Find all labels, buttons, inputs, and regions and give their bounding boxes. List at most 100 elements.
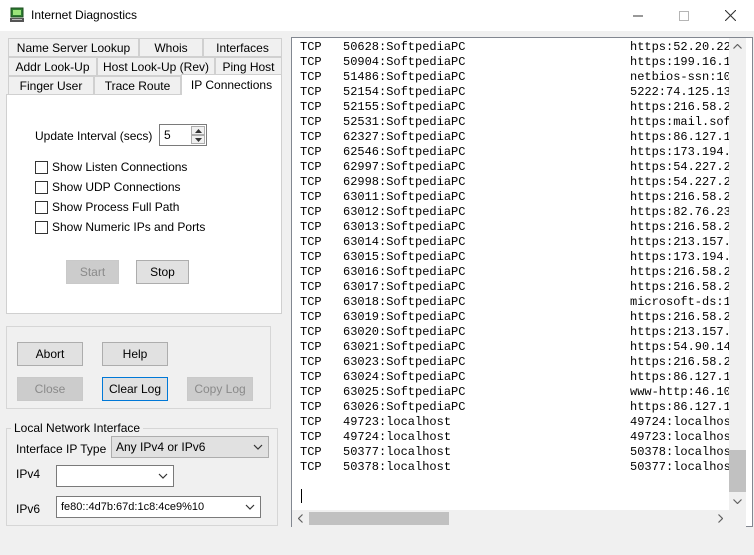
stop-button[interactable]: Stop (136, 260, 189, 284)
tab-name-server-lookup[interactable]: Name Server Lookup (8, 38, 139, 57)
close-icon (724, 10, 736, 21)
connection-remote-address: https:216.58.2 (630, 100, 731, 114)
connection-local-address: 63024:SoftpediaPC (343, 370, 466, 384)
connection-local-address: 63015:SoftpediaPC (343, 250, 466, 264)
abort-button[interactable]: Abort (17, 342, 83, 366)
connection-protocol: TCP (300, 310, 322, 324)
connection-remote-address: microsoft-ds:1 (630, 295, 731, 309)
ipv6-select[interactable]: fe80::4d7b:67d:1c8:4ce9%10 (56, 496, 261, 518)
connection-protocol: TCP (300, 430, 322, 444)
connection-protocol: TCP (300, 70, 322, 84)
connection-protocol: TCP (300, 160, 322, 174)
connection-protocol: TCP (300, 265, 322, 279)
connection-remote-address: 5222:74.125.13 (630, 85, 731, 99)
connection-remote-address: https:216.58.2 (630, 265, 731, 279)
connection-local-address: 52154:SoftpediaPC (343, 85, 466, 99)
connection-remote-address: https:199.16.1 (630, 55, 731, 69)
connection-local-address: 63012:SoftpediaPC (343, 205, 466, 219)
connection-protocol: TCP (300, 130, 322, 144)
connection-protocol: TCP (300, 220, 322, 234)
chevron-down-icon (733, 499, 742, 504)
checkbox-box[interactable] (35, 180, 48, 194)
app-icon (9, 7, 25, 23)
connection-protocol: TCP (300, 40, 322, 54)
help-button[interactable]: Help (102, 342, 168, 366)
horizontal-scroll-thumb[interactable] (309, 512, 449, 525)
close-button[interactable]: Close (17, 377, 83, 401)
chevron-up-icon (733, 44, 742, 49)
connection-remote-address: 49723:localhos (630, 430, 731, 444)
tab-interfaces[interactable]: Interfaces (203, 38, 282, 57)
connections-log[interactable]: TCP 50628:SoftpediaPC https:52.20.22 TCP 509… (291, 37, 753, 527)
spin-down-button[interactable] (191, 135, 205, 144)
vertical-scroll-thumb[interactable] (729, 450, 746, 492)
connection-local-address: 50904:SoftpediaPC (343, 55, 466, 69)
checkbox-box[interactable] (35, 220, 48, 234)
connection-local-address: 63025:SoftpediaPC (343, 385, 466, 399)
chevron-left-icon (298, 514, 303, 523)
show-process-full-path-checkbox[interactable]: Show Process Full Path (35, 199, 179, 215)
maximize-button[interactable] (661, 0, 707, 31)
checkbox-box[interactable] (35, 160, 48, 174)
scrollbar-corner (729, 510, 746, 527)
start-button[interactable]: Start (66, 260, 119, 284)
text-caret (301, 489, 302, 503)
connection-protocol: TCP (300, 445, 322, 459)
connection-local-address: 62546:SoftpediaPC (343, 145, 466, 159)
local-network-interface-title: Local Network Interface (11, 421, 144, 435)
chevron-down-icon (157, 469, 169, 483)
scroll-right-button[interactable] (712, 510, 729, 527)
scroll-up-button[interactable] (729, 38, 746, 55)
tab-ip-connections[interactable]: IP Connections (181, 74, 282, 95)
connection-protocol: TCP (300, 175, 322, 189)
connection-local-address: 62327:SoftpediaPC (343, 130, 466, 144)
connection-remote-address: https:216.58.2 (630, 220, 731, 234)
minimize-button[interactable] (615, 0, 661, 31)
chevron-up-icon (194, 128, 202, 133)
copy-log-button[interactable]: Copy Log (187, 377, 253, 401)
tab-finger-user[interactable]: Finger User (8, 76, 94, 95)
clear-log-button[interactable]: Clear Log (102, 377, 168, 401)
connection-remote-address: https:86.127.1 (630, 130, 731, 144)
connection-remote-address: 49724:localhos (630, 415, 731, 429)
show-listen-connections-checkbox[interactable]: Show Listen Connections (35, 159, 187, 175)
connection-remote-address: https:mail.sof (630, 115, 731, 129)
connection-local-address: 63019:SoftpediaPC (343, 310, 466, 324)
title-bar[interactable]: Internet Diagnostics (0, 0, 754, 31)
checkbox-box[interactable] (35, 200, 48, 214)
close-window-button[interactable] (707, 0, 753, 31)
connection-remote-address: www-http:46.10 (630, 385, 731, 399)
tab-addr-lookup[interactable]: Addr Look-Up (8, 57, 97, 76)
connection-local-address: 63014:SoftpediaPC (343, 235, 466, 249)
checkbox-label: Show UDP Connections (52, 180, 181, 194)
minimize-icon (633, 15, 643, 16)
scroll-down-button[interactable] (729, 493, 746, 510)
connection-remote-address: https:52.20.22 (630, 40, 731, 54)
ipv4-select[interactable] (56, 465, 174, 487)
spin-up-button[interactable] (191, 126, 205, 135)
connection-remote-address: https:216.58.2 (630, 355, 731, 369)
show-udp-connections-checkbox[interactable]: Show UDP Connections (35, 179, 181, 195)
connection-local-address: 63020:SoftpediaPC (343, 325, 466, 339)
update-interval-value[interactable]: 5 (164, 128, 171, 142)
connection-remote-address: https:54.227.2 (630, 160, 731, 174)
vertical-scrollbar[interactable] (729, 38, 746, 511)
tab-whois[interactable]: Whois (139, 38, 203, 57)
show-numeric-ips-ports-checkbox[interactable]: Show Numeric IPs and Ports (35, 219, 205, 235)
connection-local-address: 49723:localhost (343, 415, 452, 429)
connection-local-address: 62997:SoftpediaPC (343, 160, 466, 174)
connection-protocol: TCP (300, 400, 322, 414)
connection-protocol: TCP (300, 145, 322, 159)
connection-remote-address: netbios-ssn:10 (630, 70, 731, 84)
scroll-left-button[interactable] (292, 510, 309, 527)
connection-local-address: 63011:SoftpediaPC (343, 190, 466, 204)
tab-trace-route[interactable]: Trace Route (94, 76, 181, 95)
connection-local-address: 63013:SoftpediaPC (343, 220, 466, 234)
interface-ip-type-select[interactable]: Any IPv4 or IPv6 (111, 436, 269, 458)
checkbox-label: Show Numeric IPs and Ports (52, 220, 206, 234)
update-interval-spinner[interactable]: 5 (159, 124, 207, 146)
interface-ip-type-value: Any IPv4 or IPv6 (116, 440, 206, 454)
ipv6-label: IPv6 (16, 502, 41, 516)
connection-protocol: TCP (300, 55, 322, 69)
connection-remote-address: https:173.194. (630, 250, 731, 264)
